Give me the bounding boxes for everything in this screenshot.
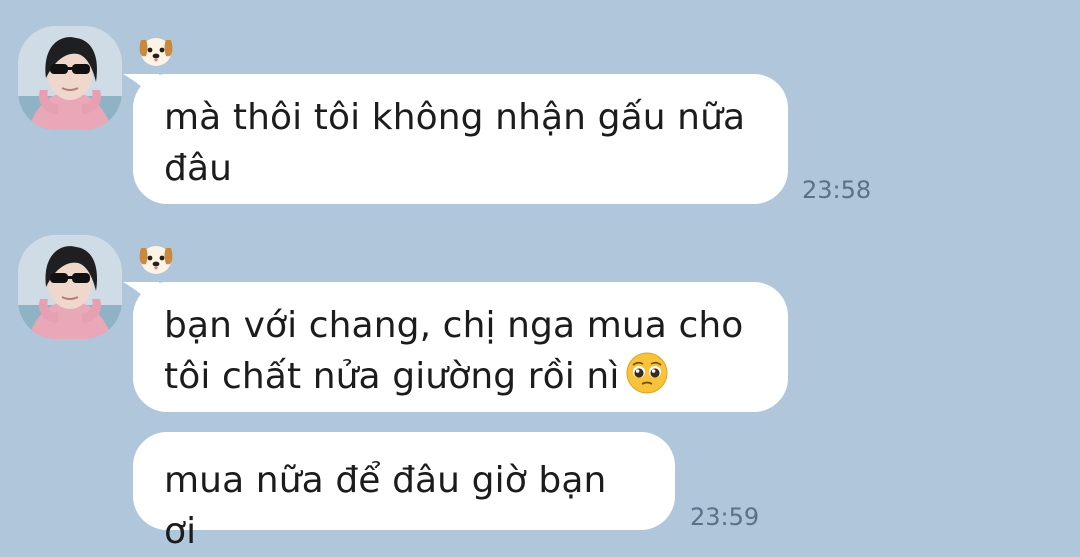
dog-face-icon — [136, 30, 176, 70]
pleading-face-icon — [625, 351, 669, 395]
message-bubble[interactable]: mà thôi tôi không nhận gấu nữa đâu — [123, 74, 788, 204]
message-line: đâu — [164, 148, 233, 189]
message-line: bạn với chang, chị nga mua cho — [164, 305, 744, 346]
message-line: mà thôi tôi không nhận gấu nữa — [164, 97, 746, 138]
sender-avatar[interactable] — [18, 26, 122, 130]
message-line: mua nữa để đâu giờ bạn ơi — [164, 460, 607, 552]
sender-avatar[interactable] — [18, 235, 122, 339]
bubble-tail — [123, 74, 159, 104]
message-timestamp: 23:59 — [690, 503, 760, 531]
dog-face-icon — [136, 238, 176, 278]
message-line-with-emoji: tôi chất nửa giường rồi nì — [164, 351, 758, 402]
bubble-tail — [123, 282, 159, 312]
message-bubble[interactable]: mua nữa để đâu giờ bạn ơi — [133, 432, 675, 552]
message-bubble[interactable]: bạn với chang, chị nga mua cho tôi chất … — [123, 282, 788, 412]
message-line-text: tôi chất nửa giường rồi nì — [164, 356, 620, 397]
message-timestamp: 23:58 — [802, 176, 872, 204]
